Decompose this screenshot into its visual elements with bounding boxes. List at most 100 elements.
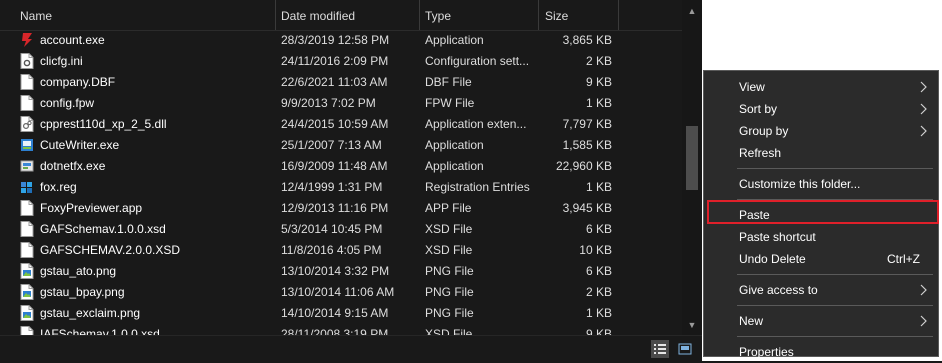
file-name: fox.reg <box>40 180 77 194</box>
file-name: config.fpw <box>40 96 95 110</box>
file-name: GAFSCHEMAV.2.0.0.XSD <box>40 243 181 257</box>
menu-separator <box>737 336 933 337</box>
large-icons-view-icon <box>678 343 692 355</box>
file-type: XSD File <box>425 327 473 335</box>
file-size: 22,960 KB <box>555 159 612 173</box>
file-name: CuteWriter.exe <box>40 138 120 152</box>
status-bar <box>0 335 702 362</box>
file-row[interactable]: GAFSCHEMAV.2.0.0.XSD 11/8/2016 4:05 PM XSD… <box>0 239 682 260</box>
column-divider[interactable] <box>538 0 539 30</box>
file-date-modified: 14/10/2014 9:15 AM <box>281 306 389 320</box>
installer-app-icon <box>20 158 34 174</box>
chevron-right-icon <box>920 125 927 140</box>
column-header-bar: ⌃ Name Date modified Type Size <box>0 0 682 31</box>
file-name: gstau_exclaim.png <box>40 306 141 320</box>
file-row[interactable]: account.exe 28/3/2019 12:58 PM Application… <box>0 29 682 50</box>
menu-item-refresh[interactable]: Refresh <box>704 142 938 164</box>
chevron-right-icon <box>920 103 927 118</box>
file-date-modified: 12/9/2013 11:16 PM <box>281 201 389 215</box>
image-file-icon <box>20 284 34 300</box>
menu-item-view[interactable]: View <box>704 76 938 98</box>
file-size: 1,585 KB <box>562 138 612 152</box>
file-row[interactable]: IAFSchemav.1.0.0.xsd 28/11/2008 3:19 PM XS… <box>0 323 682 335</box>
menu-item-undo-delete[interactable]: Undo Delete Ctrl+Z <box>704 248 938 270</box>
file-row[interactable]: gstau_ato.png 13/10/2014 3:32 PM PNG File 6… <box>0 260 682 281</box>
chevron-right-icon <box>920 81 927 96</box>
file-type: Registration Entries <box>425 180 530 194</box>
settings-file-icon <box>20 53 34 69</box>
red-app-icon <box>20 32 34 48</box>
blank-file-icon <box>20 242 34 258</box>
file-date-modified: 12/4/1999 1:31 PM <box>281 180 383 194</box>
vertical-scrollbar[interactable]: ▲ ▼ <box>682 0 702 335</box>
file-list: account.exe 28/3/2019 12:58 PM Application… <box>0 29 682 335</box>
file-row[interactable]: CuteWriter.exe 25/1/2007 7:13 AM Applicati… <box>0 134 682 155</box>
blank-file-icon <box>20 74 34 90</box>
file-date-modified: 11/8/2016 4:05 PM <box>281 243 382 257</box>
menu-item-paste-shortcut[interactable]: Paste shortcut <box>704 226 938 248</box>
file-row[interactable]: GAFSchemav.1.0.0.xsd 5/3/2014 10:45 PM XSD… <box>0 218 682 239</box>
file-row[interactable]: cpprest110d_xp_2_5.dll 24/4/2015 10:59 AM… <box>0 113 682 134</box>
scroll-down-arrow-icon[interactable]: ▼ <box>682 316 702 334</box>
file-size: 2 KB <box>585 285 612 299</box>
file-name: gstau_ato.png <box>40 264 117 278</box>
details-view-button[interactable] <box>651 340 669 358</box>
file-name: IAFSchemav.1.0.0.xsd <box>40 327 160 335</box>
column-header-name[interactable]: Name <box>20 9 52 23</box>
file-row[interactable]: clicfg.ini 24/11/2016 2:09 PM Configuratio… <box>0 50 682 71</box>
file-type: PNG File <box>425 264 474 278</box>
column-divider[interactable] <box>275 0 276 30</box>
file-size: 1 KB <box>585 306 612 320</box>
large-icons-view-button[interactable] <box>676 340 694 358</box>
menu-separator <box>737 168 933 169</box>
file-date-modified: 28/3/2019 12:58 PM <box>281 33 390 47</box>
scrollbar-thumb[interactable] <box>686 126 698 190</box>
menu-item-properties[interactable]: Properties <box>704 341 938 363</box>
scroll-up-arrow-icon[interactable]: ▲ <box>682 2 702 20</box>
column-header-type[interactable]: Type <box>425 9 451 23</box>
menu-item-shortcut: Ctrl+Z <box>887 252 920 266</box>
menu-item-give-access-to[interactable]: Give access to <box>704 279 938 301</box>
file-row[interactable]: company.DBF 22/6/2021 11:03 AM DBF File 9 K… <box>0 71 682 92</box>
file-row[interactable]: gstau_exclaim.png 14/10/2014 9:15 AM PNG F… <box>0 302 682 323</box>
file-size: 7,797 KB <box>562 117 612 131</box>
menu-item-group-by[interactable]: Group by <box>704 120 938 142</box>
image-file-icon <box>20 305 34 321</box>
menu-item-label: View <box>739 80 765 94</box>
chevron-right-icon <box>920 284 927 299</box>
dll-file-icon <box>20 116 34 132</box>
menu-item-label: Paste shortcut <box>739 230 816 244</box>
file-row[interactable]: gstau_bpay.png 13/10/2014 11:06 AM PNG Fil… <box>0 281 682 302</box>
file-row[interactable]: fox.reg 12/4/1999 1:31 PM Registration Ent… <box>0 176 682 197</box>
column-divider[interactable] <box>419 0 420 30</box>
menu-item-label: Group by <box>739 124 789 138</box>
menu-item-new[interactable]: New <box>704 310 938 332</box>
menu-item-sort-by[interactable]: Sort by <box>704 98 938 120</box>
file-date-modified: 13/10/2014 3:32 PM <box>281 264 390 278</box>
image-file-icon <box>20 263 34 279</box>
column-divider[interactable] <box>618 0 619 30</box>
file-type: PNG File <box>425 285 474 299</box>
file-size: 10 KB <box>579 243 612 257</box>
file-type: Application <box>425 159 484 173</box>
file-name: cpprest110d_xp_2_5.dll <box>40 117 167 131</box>
file-name: GAFSchemav.1.0.0.xsd <box>40 222 166 236</box>
blank-file-icon <box>20 326 34 335</box>
file-date-modified: 28/11/2008 3:19 PM <box>281 327 389 335</box>
file-date-modified: 5/3/2014 10:45 PM <box>281 222 383 236</box>
file-name: clicfg.ini <box>40 54 83 68</box>
menu-item-label: Undo Delete <box>739 252 806 266</box>
file-size: 1 KB <box>585 96 612 110</box>
file-size: 3,865 KB <box>562 33 612 47</box>
file-row[interactable]: dotnetfx.exe 16/9/2009 11:48 AM Applicatio… <box>0 155 682 176</box>
column-header-size[interactable]: Size <box>545 9 568 23</box>
file-date-modified: 24/11/2016 2:09 PM <box>281 54 389 68</box>
file-date-modified: 16/9/2009 11:48 AM <box>281 159 388 173</box>
menu-item-customize-this-folder[interactable]: Customize this folder... <box>704 173 938 195</box>
file-row[interactable]: config.fpw 9/9/2013 7:02 PM FPW File 1 KB <box>0 92 682 113</box>
menu-item-label: Refresh <box>739 146 782 160</box>
chevron-right-icon <box>920 315 927 330</box>
file-name: account.exe <box>40 33 105 47</box>
column-header-date-modified[interactable]: Date modified <box>281 9 355 23</box>
file-row[interactable]: FoxyPreviewer.app 12/9/2013 11:16 PM APP F… <box>0 197 682 218</box>
